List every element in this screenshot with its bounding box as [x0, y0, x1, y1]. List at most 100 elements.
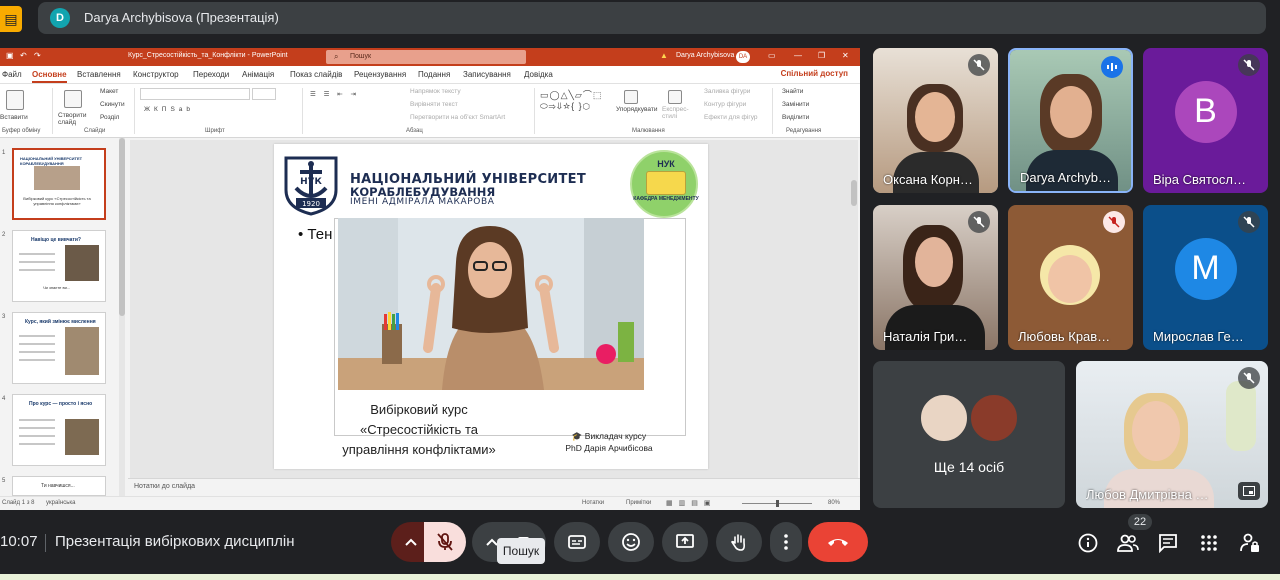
teacher-name: PhD Дарія Арчибісова [565, 443, 653, 453]
save-icon[interactable]: ▣ [6, 51, 14, 60]
replace-button[interactable]: Замінити [782, 101, 809, 108]
slide-thumbnail[interactable]: НАЦІОНАЛЬНИЙ УНІВЕРСИТЕТ КОРАБЛЕБУДУВАНН… [12, 148, 106, 220]
paste-label: Вставити [0, 114, 28, 121]
participant-tile[interactable]: Оксана Корн… [873, 48, 998, 193]
paste-icon[interactable] [6, 90, 24, 110]
font-size-select[interactable] [252, 88, 276, 100]
teacher-label: Викладач курсу [584, 431, 647, 441]
menu-file[interactable]: Файл [2, 70, 22, 79]
clock: 10:07 [0, 533, 38, 550]
menu-review[interactable]: Рецензування [354, 70, 406, 79]
chat-button[interactable] [1155, 530, 1181, 556]
reset-button[interactable]: Скинути [100, 101, 125, 108]
participant-tile[interactable]: Наталія Гри… [873, 205, 998, 350]
participant-tile[interactable]: В Віра Святосл… [1143, 48, 1268, 193]
restore-icon[interactable]: ❐ [818, 51, 825, 60]
participant-name: Любовь Крав… [1018, 329, 1111, 344]
text-direction-button[interactable]: Напрямок тексту [410, 88, 461, 95]
quick-styles-icon[interactable] [668, 90, 682, 104]
participant-tile[interactable]: Любов Дмитрівна … [1076, 361, 1268, 508]
notes-toggle[interactable]: Нотатки [582, 500, 604, 506]
participant-count: 22 [1128, 514, 1152, 530]
ppt-user-avatar[interactable]: DA [736, 51, 750, 63]
more-participants-tile[interactable]: Ще 14 осіб [873, 361, 1065, 508]
meeting-controls-bar: 10:07 Презентація вибіркових дисциплін П… [0, 514, 1280, 580]
share-button[interactable]: Спільний доступ [781, 69, 848, 78]
thumb-title: Ти навчишся... [41, 483, 75, 489]
participant-tile[interactable]: Любовь Крав… [1008, 205, 1133, 350]
font-format-buttons[interactable]: ЖКПSab [144, 106, 194, 113]
smartart-button[interactable]: Перетворити на об'єкт SmartArt [410, 114, 505, 121]
menu-home[interactable]: Основне [32, 70, 67, 83]
slide-thumbnail[interactable]: Курс, який змінює мислення [12, 312, 106, 384]
participant-tile-speaking[interactable]: Darya Archyb… [1008, 48, 1133, 193]
minimize-icon[interactable]: — [794, 51, 802, 60]
new-slide-icon[interactable] [64, 90, 82, 108]
group-clipboard: Буфер обміну [2, 128, 41, 134]
shape-outline-button[interactable]: Контур фігури [704, 101, 746, 108]
shape-fill-button[interactable]: Заливка фігури [704, 88, 750, 95]
menu-insert[interactable]: Вставлення [77, 70, 121, 79]
shape-effects-button[interactable]: Ефекти для фігур [704, 114, 758, 121]
font-name-select[interactable] [140, 88, 250, 100]
notes-pane[interactable]: Нотатки до слайда [128, 478, 860, 496]
slide-thumbnail[interactable]: Навіщо це вивчати? Чи знаєте ви... [12, 230, 106, 302]
close-icon[interactable]: ✕ [842, 51, 849, 60]
participant-name: Любов Дмитрівна … [1086, 487, 1209, 502]
emoji-icon [622, 533, 640, 551]
mic-toggle-button[interactable] [424, 522, 466, 562]
section-button[interactable]: Розділ [100, 114, 119, 121]
menu-transitions[interactable]: Переходи [193, 70, 229, 79]
align-text-button[interactable]: Вирівняти текст [410, 101, 458, 108]
captions-button[interactable] [554, 522, 600, 562]
find-button[interactable]: Знайти [782, 88, 803, 95]
people-button[interactable] [1115, 530, 1141, 556]
menu-record[interactable]: Записування [463, 70, 511, 79]
more-options-button[interactable] [770, 522, 802, 562]
activities-button[interactable] [1196, 530, 1222, 556]
language-status[interactable]: українська [46, 500, 76, 506]
menu-slideshow[interactable]: Показ слайдів [290, 70, 342, 79]
raise-hand-button[interactable] [716, 522, 762, 562]
comments-toggle[interactable]: Примітки [626, 500, 651, 506]
meeting-info-button[interactable] [1075, 530, 1101, 556]
group-drawing: Малювання [632, 128, 665, 134]
host-controls-button[interactable] [1237, 530, 1263, 556]
canvas-scrollbar[interactable] [850, 140, 858, 478]
menu-design[interactable]: Конструктор [133, 70, 179, 79]
ppt-search-box[interactable]: ⌕ Пошук [326, 50, 526, 64]
pip-icon[interactable] [1238, 482, 1260, 500]
undo-icon[interactable]: ↶ [20, 51, 27, 60]
arrange-icon[interactable] [624, 90, 638, 104]
menu-view[interactable]: Подання [418, 70, 450, 79]
zoom-level[interactable]: 80% [828, 500, 840, 506]
redo-icon[interactable]: ↷ [34, 51, 41, 60]
view-buttons[interactable]: ▦▥▤▣ [666, 499, 716, 507]
slide-thumbnail[interactable]: Про курс — просто і ясно [12, 394, 106, 466]
ppt-user-name[interactable]: Darya Archybisova [676, 52, 734, 59]
menu-help[interactable]: Довідка [524, 70, 553, 79]
more-vert-icon [784, 534, 788, 550]
layout-button[interactable]: Макет [100, 88, 118, 95]
presenter-name: Darya Archybisova (Презентація) [84, 10, 279, 25]
emoji-button[interactable] [608, 522, 654, 562]
slide-thumbnail[interactable]: Ти навчишся... [12, 476, 106, 496]
presentation-icon[interactable]: ▤ [0, 6, 22, 32]
paragraph-buttons[interactable]: ☰ ☰ ⇤ ⇥ [310, 90, 359, 98]
ppt-title-bar: ▣ ↶ ↷ Курс_Стресостійкість_та_Конфлікти … [0, 48, 860, 66]
thumb-number: 3 [2, 314, 6, 320]
current-slide[interactable]: НУК 1920 НАЦІОНАЛЬНИЙ УНІВЕРСИТЕТ КОРАБЛ… [274, 144, 708, 469]
thumbnail-scrollbar[interactable] [119, 138, 125, 496]
thumb-title: НАЦІОНАЛЬНИЙ УНІВЕРСИТЕТ КОРАБЛЕБУДУВАНН… [20, 156, 83, 166]
select-button[interactable]: Виділити [782, 114, 809, 121]
ribbon-display-icon[interactable]: ▭ [768, 51, 776, 60]
speaking-indicator-icon [1101, 56, 1123, 78]
shapes-gallery[interactable]: ▭◯△╲▱⌒⬚ [540, 88, 602, 101]
participant-tile[interactable]: М Мирослав Ге… [1143, 205, 1268, 350]
arrange-label: Упорядкувати [616, 106, 658, 113]
menu-animation[interactable]: Анімація [242, 70, 274, 79]
zoom-thumb[interactable] [776, 500, 779, 507]
badge-title: НУК [657, 159, 675, 169]
present-screen-button[interactable] [662, 522, 708, 562]
leave-call-button[interactable] [808, 522, 868, 562]
